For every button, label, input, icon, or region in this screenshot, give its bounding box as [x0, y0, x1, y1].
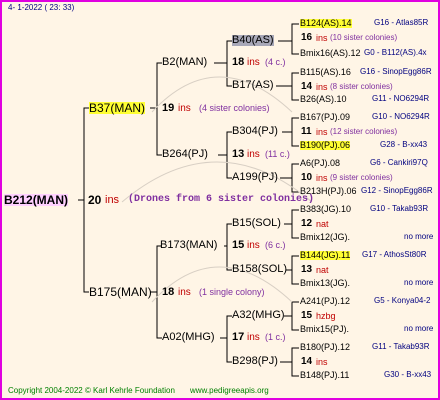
gen4-ins-count: 14	[301, 81, 313, 92]
gen2-queen-name: B2(MAN)	[162, 56, 208, 68]
gen4-ins-label: ins	[316, 173, 328, 183]
gen4-breeder-bottom: G28 - B-xx43	[380, 140, 428, 149]
gen4-queen-bottom: Bmix15(PJ).	[300, 324, 350, 334]
gen1-ins-label: ins	[178, 103, 191, 114]
gen3-queen-name: B158(SOL)	[232, 263, 288, 275]
gen1-ins-count: 19	[162, 102, 175, 114]
root-ins-label: ins	[105, 194, 120, 206]
gen2-queen-name: B264(PJ)	[162, 148, 208, 160]
gen4-queen-bottom: B26(AS).10	[300, 94, 347, 104]
gen2-queen-name: A02(MHG)	[162, 331, 215, 343]
gen4-ins-count: 13	[301, 264, 313, 275]
gen4-queen-bottom: Bmix16(AS).12	[300, 48, 361, 58]
gen2-ins-label: ins	[247, 332, 260, 343]
gen2-ins-count: 17	[232, 331, 245, 343]
gen4-queen-top: B383(JG).10	[300, 204, 352, 214]
gen4-breeder-top: G11 - Takab93R	[372, 342, 430, 351]
gen4-note: (12 sister colonies)	[330, 127, 398, 136]
gen4-queen-top: A241(PJ).12	[300, 296, 351, 306]
gen4-queen-bottom: B213H(PJ).06	[300, 186, 357, 196]
gen4-queen-top: B167(PJ).09	[300, 112, 351, 122]
gen1-ins-label: ins	[178, 287, 191, 298]
gen4-breeder-top: G16 - SinopEgg86R	[360, 67, 432, 76]
gen1-queen-name: B37(MAN)	[89, 101, 146, 115]
gen4-queen-top: B144(JG).11	[300, 250, 351, 260]
gen3-queen-name: A32(MHG)	[232, 309, 285, 321]
gen4-ins-label: ins	[316, 127, 328, 137]
gen4-breeder-top: G10 - Takab93R	[370, 204, 429, 213]
gen2-note: (11 c.)	[265, 149, 290, 159]
gen4-queen-bottom: Bmix12(JG).	[300, 232, 351, 242]
gen4-note: (9 sister colonies)	[330, 173, 393, 182]
gen4-breeder-bottom: G0 - B112(AS).4x	[364, 48, 427, 57]
footer-website-link[interactable]: www.pedigreeapis.org	[190, 387, 269, 395]
gen4-note: (8 sister colonies)	[330, 82, 393, 91]
root-queen-name: B212(MAN)	[4, 193, 69, 207]
gen4-ins-label: ins	[316, 33, 328, 43]
gen4-ins-label: hzbg	[316, 311, 336, 321]
gen4-ins-label: nat	[316, 265, 329, 275]
gen4-ins-count: 14	[301, 356, 313, 367]
gen2-ins-label: ins	[247, 149, 260, 160]
gen3-queen-name: B298(PJ)	[232, 355, 278, 367]
gen2-ins-count: 15	[232, 239, 245, 251]
gen4-breeder-top: G10 - NO6294R	[372, 112, 430, 121]
gen2-ins-count: 18	[232, 56, 245, 68]
gen4-breeder-top: G5 - Konya04-2	[374, 296, 431, 305]
gen4-ins-count: 16	[301, 32, 313, 43]
gen1-note: (4 sister colonies)	[199, 103, 270, 113]
gen4-queen-bottom: B148(PJ).11	[300, 370, 350, 380]
gen3-queen-name: B17(AS)	[232, 79, 274, 91]
gen4-breeder-bottom: G12 - SinopEgg86R	[361, 186, 433, 195]
gen4-breeder-top: G17 - AthosSt80R	[362, 250, 427, 259]
gen4-breeder-bottom: no more	[404, 324, 434, 333]
gen4-breeder-bottom: G30 - B-xx43	[384, 370, 432, 379]
gen4-queen-top: B115(AS).16	[300, 67, 351, 77]
footer-copyright: Copyright 2004-2022 © Karl Kehrle Founda…	[8, 386, 175, 395]
gen4-queen-top: B180(PJ).12	[300, 342, 351, 352]
gen4-ins-label: ins	[316, 82, 328, 92]
gen1-note: (1 single colony)	[199, 287, 265, 297]
gen2-note: (1 c.)	[265, 332, 286, 342]
gen4-ins-label: nat	[316, 219, 329, 229]
gen4-queen-top: B124(AS).14	[300, 18, 352, 28]
root-note: (Drones from 6 sister colonies)	[128, 194, 315, 205]
gen4-ins-count: 15	[301, 310, 313, 321]
gen1-queen-name: B175(MAN)	[89, 285, 152, 299]
gen3-queen-name: B15(SOL)	[232, 217, 281, 229]
gen4-breeder-bottom: no more	[404, 278, 434, 287]
gen4-ins-label: ins	[316, 357, 328, 367]
gen4-ins-count: 11	[301, 126, 312, 137]
gen4-breeder-bottom: no more	[404, 232, 434, 241]
gen4-ins-count: 10	[301, 172, 313, 183]
gen2-note: (6 c.)	[265, 240, 286, 250]
report-date: 4- 1-2022 ( 23: 33)	[8, 3, 75, 12]
gen3-queen-name: B304(PJ)	[232, 125, 278, 137]
gen2-ins-label: ins	[247, 57, 260, 68]
gen4-note: (10 sister colonies)	[330, 33, 398, 42]
gen4-breeder-top: G6 - Cankiri97Q	[370, 158, 428, 167]
gen4-breeder-bottom: G11 - NO6294R	[372, 94, 430, 103]
gen4-queen-top: A6(PJ).08	[300, 158, 341, 168]
gen4-ins-count: 12	[301, 218, 313, 229]
root-ins-count: 20	[88, 193, 102, 207]
gen2-note: (4 c.)	[265, 57, 286, 67]
pedigree-chart: 4- 1-2022 ( 23: 33) B212(MAN) 20 ins (Dr…	[0, 0, 440, 400]
gen2-ins-label: ins	[247, 240, 260, 251]
gen4-breeder-top: G16 - Atlas85R	[374, 18, 429, 27]
gen4-queen-bottom: B190(PJ).06	[300, 140, 351, 150]
gen4-queen-bottom: Bmix13(JG).	[300, 278, 351, 288]
gen3-queen-name: A199(PJ)	[232, 171, 278, 183]
gen1-ins-count: 18	[162, 286, 175, 298]
gen2-ins-count: 13	[232, 148, 245, 160]
gen3-queen-name: B40(AS)	[232, 34, 274, 46]
gen2-queen-name: B173(MAN)	[160, 239, 218, 251]
